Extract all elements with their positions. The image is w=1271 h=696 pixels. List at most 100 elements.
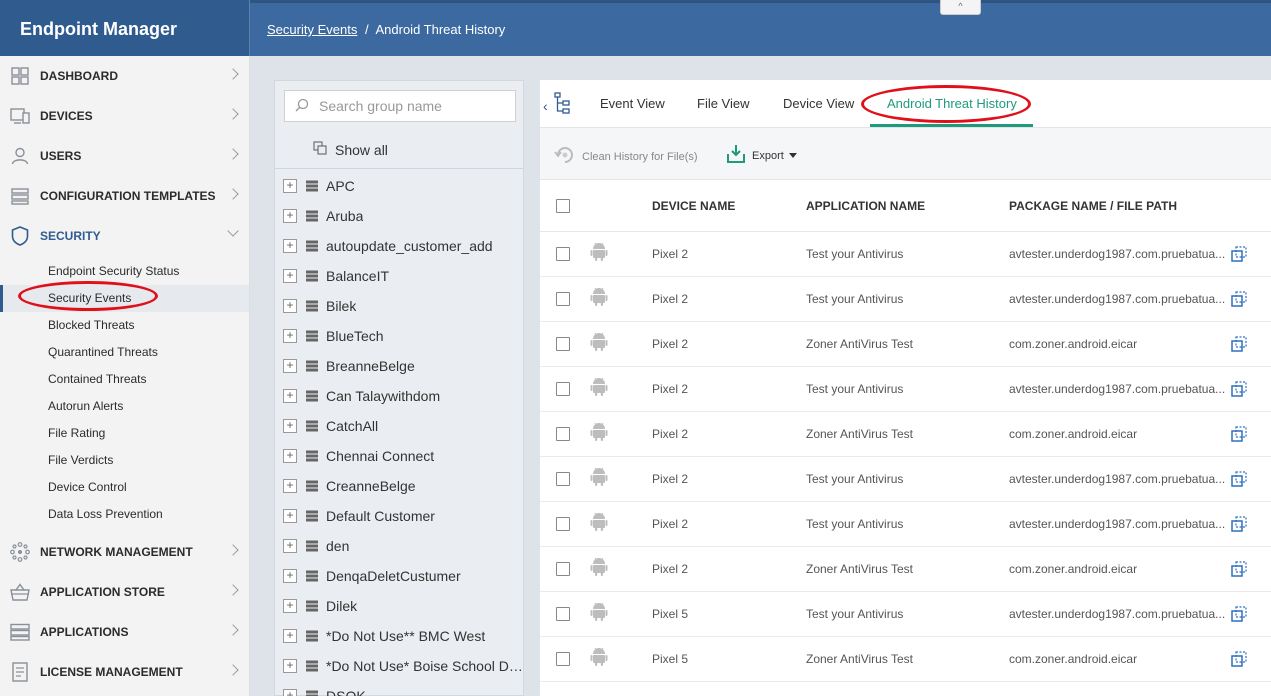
group-tree-item[interactable]: + Bilek (275, 291, 523, 321)
expand-plus-icon[interactable]: + (283, 599, 297, 613)
sidebar-item-users[interactable]: USERS (0, 136, 249, 176)
sub-item-blocked-threats[interactable]: Blocked Threats (0, 312, 249, 339)
tab-android-threat-history[interactable]: Android Threat History (887, 96, 1017, 111)
view-details-icon[interactable] (1231, 470, 1247, 487)
group-search-input[interactable] (319, 98, 509, 114)
table-row[interactable]: Pixel 2 Test your Antivirus avtester.under… (540, 501, 1271, 547)
expand-plus-icon[interactable]: + (283, 269, 297, 283)
group-tree-item[interactable]: + BlueTech (275, 321, 523, 351)
table-row[interactable]: Pixel 2 Test your Antivirus avtester.under… (540, 456, 1271, 502)
sidebar-item-license-management[interactable]: LICENSE MANAGEMENT (0, 652, 249, 692)
row-checkbox[interactable] (556, 516, 570, 531)
sub-item-data-loss-prevention[interactable]: Data Loss Prevention (0, 501, 249, 528)
group-tree-item[interactable]: + *Do Not Use** BMC West (275, 621, 523, 651)
table-row[interactable]: Pixel 5 Zoner AntiVirus Test com.zoner.and… (540, 636, 1271, 682)
expand-plus-icon[interactable]: + (283, 569, 297, 583)
group-tree-item[interactable]: + Default Customer (275, 501, 523, 531)
row-checkbox[interactable] (556, 606, 570, 621)
table-row[interactable]: Pixel 2 Test your Antivirus avtester.under… (540, 276, 1271, 322)
expand-plus-icon[interactable]: + (283, 179, 297, 193)
tab-device-view[interactable]: Device View (783, 96, 854, 111)
view-details-icon[interactable] (1231, 335, 1247, 352)
sub-item-quarantined-threats[interactable]: Quarantined Threats (0, 339, 249, 366)
group-tree-item[interactable]: + Dilek (275, 591, 523, 621)
expand-plus-icon[interactable]: + (283, 419, 297, 433)
view-details-icon[interactable] (1231, 290, 1247, 307)
sub-item-security-events[interactable]: Security Events (0, 285, 249, 312)
group-tree-item[interactable]: + autoupdate_customer_add (275, 231, 523, 261)
expand-plus-icon[interactable]: + (283, 449, 297, 463)
column-header-application-name[interactable]: APPLICATION NAME (806, 181, 1009, 232)
view-details-icon[interactable] (1231, 605, 1247, 622)
group-tree-item[interactable]: + DSOK (275, 681, 523, 696)
group-tree-toggle-icon[interactable] (554, 92, 570, 117)
view-details-icon[interactable] (1231, 245, 1247, 262)
row-checkbox[interactable] (556, 426, 570, 441)
sidebar-item-application-store[interactable]: APPLICATION STORE (0, 572, 249, 612)
app-brand[interactable]: Endpoint Manager (0, 0, 250, 56)
row-checkbox[interactable] (556, 291, 570, 306)
table-row[interactable]: Pixel 2 Test your Antivirus avtester.under… (540, 231, 1271, 277)
tab-event-view[interactable]: Event View (600, 96, 665, 111)
expand-plus-icon[interactable]: + (283, 509, 297, 523)
group-tree-item[interactable]: + den (275, 531, 523, 561)
view-details-icon[interactable] (1231, 380, 1247, 397)
view-details-icon[interactable] (1231, 515, 1247, 532)
sub-item-file-rating[interactable]: File Rating (0, 420, 249, 447)
group-tree-item[interactable]: + CreanneBelge (275, 471, 523, 501)
show-all-button[interactable]: Show all (275, 131, 523, 169)
expand-plus-icon[interactable]: + (283, 629, 297, 643)
sub-item-contained-threats[interactable]: Contained Threats (0, 366, 249, 393)
view-details-icon[interactable] (1231, 425, 1247, 442)
table-row[interactable]: Pixel 5 Test your Antivirus avtester.under… (540, 591, 1271, 637)
row-checkbox[interactable] (556, 381, 570, 396)
breadcrumb-security-events-link[interactable]: Security Events (267, 22, 357, 37)
view-details-icon[interactable] (1231, 650, 1247, 667)
row-checkbox[interactable] (556, 336, 570, 351)
table-row[interactable]: Pixel 2 Zoner AntiVirus Test com.zoner.and… (540, 321, 1271, 367)
sub-item-file-verdicts[interactable]: File Verdicts (0, 447, 249, 474)
view-details-icon[interactable] (1231, 560, 1247, 577)
sidebar-item-configuration-templates[interactable]: CONFIGURATION TEMPLATES (0, 176, 249, 216)
expand-plus-icon[interactable]: + (283, 299, 297, 313)
expand-plus-icon[interactable]: + (283, 329, 297, 343)
clean-history-button[interactable]: Clean History for File(s) (554, 144, 698, 169)
row-checkbox[interactable] (556, 651, 570, 666)
sub-item-device-control[interactable]: Device Control (0, 474, 249, 501)
column-header-package-path[interactable]: PACKAGE NAME / FILE PATH (1009, 181, 1231, 232)
collapse-header-button[interactable]: ^ (940, 0, 981, 15)
export-dropdown-button[interactable]: Export (726, 144, 797, 167)
group-tree-item[interactable]: + Aruba (275, 201, 523, 231)
expand-plus-icon[interactable]: + (283, 359, 297, 373)
expand-plus-icon[interactable]: + (283, 239, 297, 253)
sidebar-item-network-management[interactable]: NETWORK MANAGEMENT (0, 532, 249, 572)
expand-plus-icon[interactable]: + (283, 389, 297, 403)
sidebar-item-devices[interactable]: DEVICES (0, 96, 249, 136)
group-tree-item[interactable]: + CatchAll (275, 411, 523, 441)
tab-file-view[interactable]: File View (697, 96, 750, 111)
table-row[interactable]: Pixel 2 Test your Antivirus avtester.under… (540, 366, 1271, 412)
row-checkbox[interactable] (556, 246, 570, 261)
group-tree-item[interactable]: + Chennai Connect (275, 441, 523, 471)
row-checkbox[interactable] (556, 471, 570, 486)
expand-plus-icon[interactable]: + (283, 209, 297, 223)
expand-plus-icon[interactable]: + (283, 689, 297, 696)
group-tree-item[interactable]: + Can Talaywithdom (275, 381, 523, 411)
table-row[interactable]: Pixel 2 Zoner AntiVirus Test com.zoner.and… (540, 546, 1271, 592)
group-tree-item[interactable]: + APC (275, 171, 523, 201)
expand-plus-icon[interactable]: + (283, 659, 297, 673)
sidebar-item-applications[interactable]: APPLICATIONS (0, 612, 249, 652)
group-tree-item[interactable]: + BreanneBelge (275, 351, 523, 381)
table-row[interactable]: Pixel 2 Zoner AntiVirus Test com.zoner.and… (540, 411, 1271, 457)
sidebar-item-dashboard[interactable]: DASHBOARD (0, 56, 249, 96)
sub-item-endpoint-security-status[interactable]: Endpoint Security Status (0, 258, 249, 285)
group-tree-item[interactable]: + DenqaDeletCustumer (275, 561, 523, 591)
sub-item-autorun-alerts[interactable]: Autorun Alerts (0, 393, 249, 420)
group-tree-item[interactable]: + *Do Not Use* Boise School Di... (275, 651, 523, 681)
group-tree-item[interactable]: + BalanceIT (275, 261, 523, 291)
chevron-left-icon[interactable]: ‹ (543, 98, 548, 114)
row-checkbox[interactable] (556, 561, 570, 576)
column-header-device-name[interactable]: DEVICE NAME (652, 181, 806, 232)
select-all-checkbox[interactable] (556, 199, 570, 214)
sidebar-item-security[interactable]: SECURITY (0, 216, 249, 256)
